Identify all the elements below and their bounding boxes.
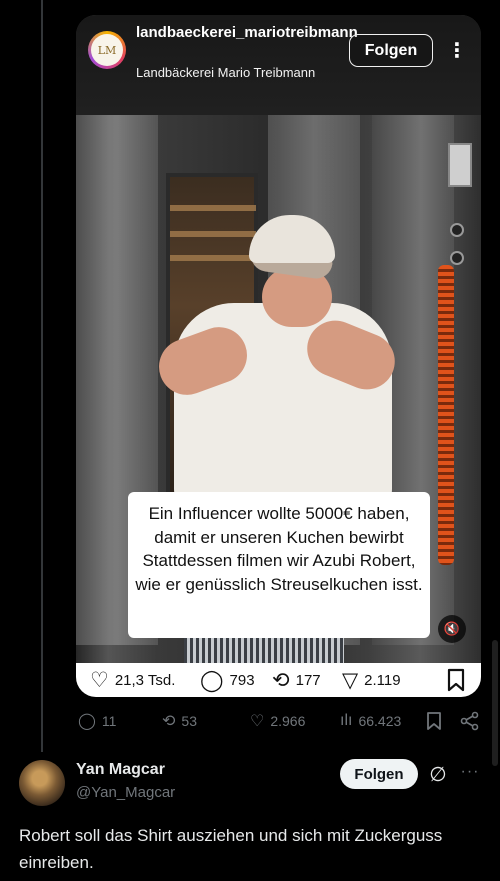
account-handle[interactable]: landbaeckerei_mariotreibmann (136, 23, 358, 42)
heart-icon: ♡ (90, 668, 109, 692)
like-count: 21,3 Tsd. (114, 671, 176, 689)
repost-count: 177 (295, 671, 321, 689)
wall-switch (448, 143, 472, 187)
retweet-icon: ⟲ (162, 713, 176, 730)
reply-text: Robert soll das Shirt ausziehen und sich… (19, 826, 443, 872)
like-button[interactable]: ♡ 21,3 Tsd. (90, 663, 175, 697)
reply-author-handle[interactable]: @Yan_Magcar (76, 784, 175, 801)
reply-count: 11 (101, 713, 117, 729)
bookmark-icon[interactable] (446, 668, 466, 692)
more-options-icon[interactable]: ··· (458, 760, 482, 784)
reply-author-name[interactable]: Yan Magcar (76, 761, 165, 779)
tweet-like-count: 2.966 (270, 713, 306, 729)
coiled-cable (438, 265, 454, 565)
comment-count: 793 (229, 671, 255, 689)
reply-icon: ◯ (78, 713, 96, 730)
tweet-action-bar: ◯ 11 ⟲ 53 ♡ 2.966 ılı 66.423 (78, 708, 488, 734)
scrollbar[interactable] (492, 640, 498, 766)
oven-knob (450, 223, 464, 237)
share-icon[interactable] (460, 711, 480, 731)
bakery-logo: LM (91, 34, 123, 66)
thread-line (41, 0, 43, 752)
follow-button[interactable]: Folgen (349, 34, 433, 67)
avatar[interactable] (19, 760, 65, 806)
comment-icon: ◯ (200, 668, 224, 692)
like-tweet-button[interactable]: ♡ 2.966 (250, 708, 305, 734)
instagram-stats-bar: ♡ 21,3 Tsd. ◯ 793 ⟲ 177 ▽ 2.119 (76, 663, 481, 697)
mute-icon[interactable]: 🔇 (438, 615, 466, 643)
video-caption: Ein Influencer wollte 5000€ haben, damit… (128, 492, 430, 638)
repost-icon: ⟲ (272, 668, 290, 692)
account-name: Landbäckerei Mario Treibmann (136, 65, 316, 80)
views-button[interactable]: ılı 66.423 (340, 708, 401, 734)
instagram-embed[interactable]: LM landbaeckerei_mariotreibmann Landbäck… (76, 15, 481, 697)
comment-button[interactable]: ◯ 793 (200, 663, 255, 697)
share-icon: ▽ (342, 668, 359, 692)
retweet-button[interactable]: ⟲ 53 (162, 708, 197, 734)
video-header: LM landbaeckerei_mariotreibmann Landbäck… (76, 15, 481, 115)
oven-knob (450, 251, 464, 265)
bookmark-icon[interactable] (426, 711, 442, 731)
repost-button[interactable]: ⟲ 177 (272, 663, 321, 697)
grok-icon[interactable]: ∅ (426, 760, 450, 788)
more-options-icon[interactable]: ⋮ (446, 35, 468, 65)
oven-shelf (170, 231, 256, 237)
oven-shelf (170, 205, 256, 211)
heart-icon: ♡ (250, 713, 265, 730)
share-count: 2.119 (364, 671, 401, 689)
bakery-avatar[interactable]: LM (88, 31, 126, 69)
views-icon: ılı (340, 712, 353, 729)
retweet-count: 53 (181, 713, 197, 729)
video-player[interactable]: LM landbaeckerei_mariotreibmann Landbäck… (76, 15, 481, 663)
reply-button[interactable]: ◯ 11 (78, 708, 116, 734)
share-button[interactable]: ▽ 2.119 (342, 663, 401, 697)
views-count: 66.423 (358, 713, 402, 729)
follow-button[interactable]: Folgen (340, 759, 418, 789)
oven-shelf (170, 255, 256, 261)
